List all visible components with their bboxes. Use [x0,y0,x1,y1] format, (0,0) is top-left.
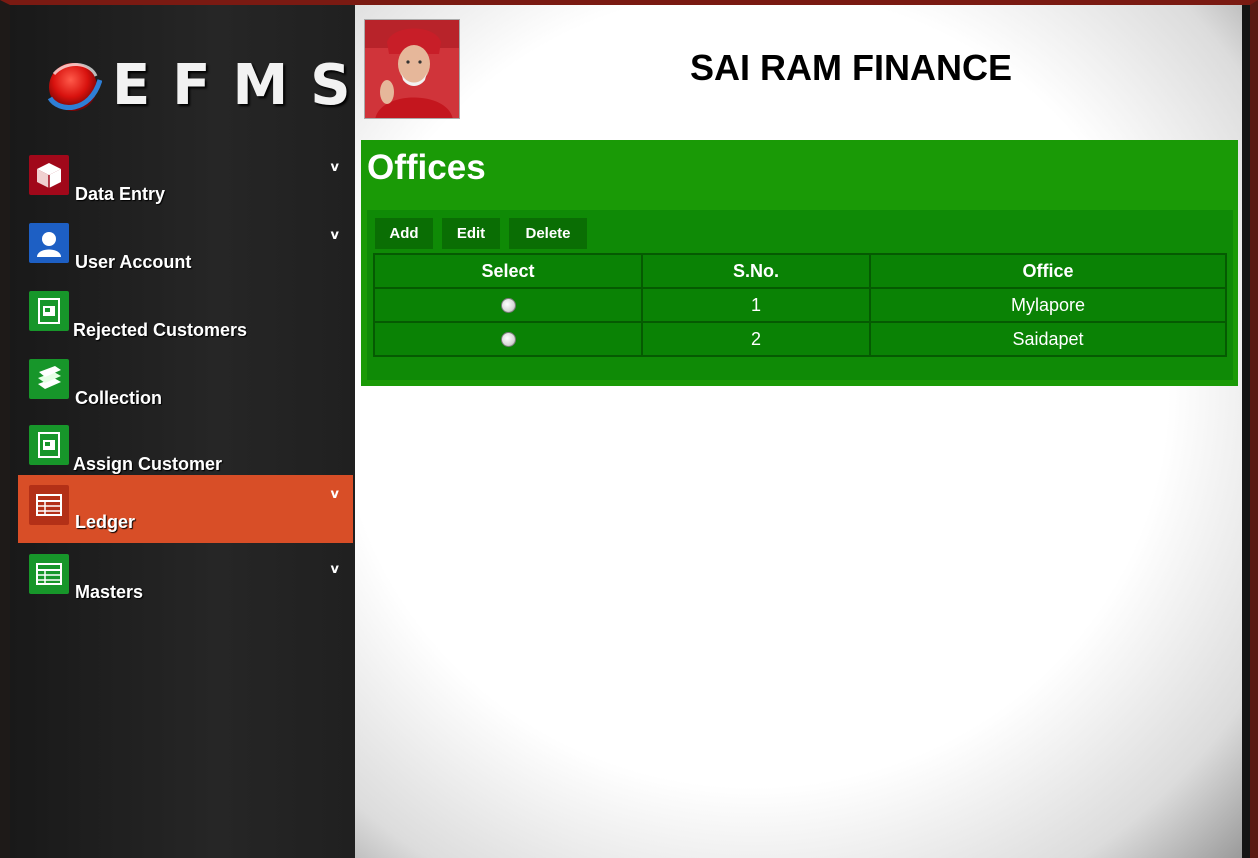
edit-button[interactable]: Edit [442,218,500,249]
nav-label: Data Entry [75,184,166,204]
logo-text: EFMS [112,52,373,118]
column-header-sno[interactable]: S.No. [641,253,871,289]
offices-grid-container: Add Edit Delete Select S.No. Office 1 My… [367,210,1233,380]
nav-label: Ledger [75,512,136,532]
select-cell [373,287,643,323]
saint-portrait-image [364,19,460,119]
nav-item-data-entry[interactable]: Data Entry v [18,148,353,214]
chevron-down-icon[interactable]: v [331,228,339,243]
sno-cell: 1 [641,287,871,323]
table-row: 2 Saidapet [373,321,1227,357]
sidebar: EFMS Data Entry v User Account v Rejecte… [10,5,355,858]
select-cell [373,321,643,357]
chevron-down-icon[interactable]: v [331,562,339,577]
nav-label: Collection [75,388,163,408]
column-header-office[interactable]: Office [869,253,1227,289]
add-button[interactable]: Add [375,218,433,249]
nav-label: Assign Customer [73,454,223,474]
office-cell: Saidapet [869,321,1227,357]
brand-title: SAI RAM FINANCE [690,47,1012,88]
nav-item-collection[interactable]: Collection [18,352,353,418]
nav-item-rejected-customers[interactable]: Rejected Customers [18,284,353,350]
user-icon [29,223,69,263]
chevron-down-icon[interactable]: v [331,160,339,175]
page-title: Offices [367,148,486,187]
document-icon [29,425,69,465]
table-header-row: Select S.No. Office [373,253,1227,289]
offices-table: Select S.No. Office 1 Mylapore 2 Saidape [373,253,1227,357]
select-radio[interactable] [500,332,516,348]
chevron-down-icon[interactable]: v [331,487,339,502]
nav-item-user-account[interactable]: User Account v [18,216,353,282]
offices-panel: Offices Add Edit Delete Select S.No. Off… [361,140,1238,386]
sno-cell: 2 [641,321,871,357]
logo: EFMS [46,45,351,125]
nav-label: Masters [75,582,144,602]
ledger-icon [29,554,69,594]
main-content: SAI RAM FINANCE Offices Add Edit Delete … [355,5,1242,858]
nav-label: Rejected Customers [73,320,248,340]
document-icon [29,291,69,331]
office-cell: Mylapore [869,287,1227,323]
efms-logo-icon [46,54,103,116]
box-icon [29,155,69,195]
ledger-icon [29,485,69,525]
books-icon [29,359,69,399]
nav-item-masters[interactable]: Masters v [18,554,353,620]
select-radio[interactable] [500,298,516,314]
table-row: 1 Mylapore [373,287,1227,323]
column-header-select[interactable]: Select [373,253,643,289]
nav-item-ledger[interactable]: Ledger v [18,475,353,543]
nav-label: User Account [75,252,192,272]
delete-button[interactable]: Delete [509,218,587,249]
